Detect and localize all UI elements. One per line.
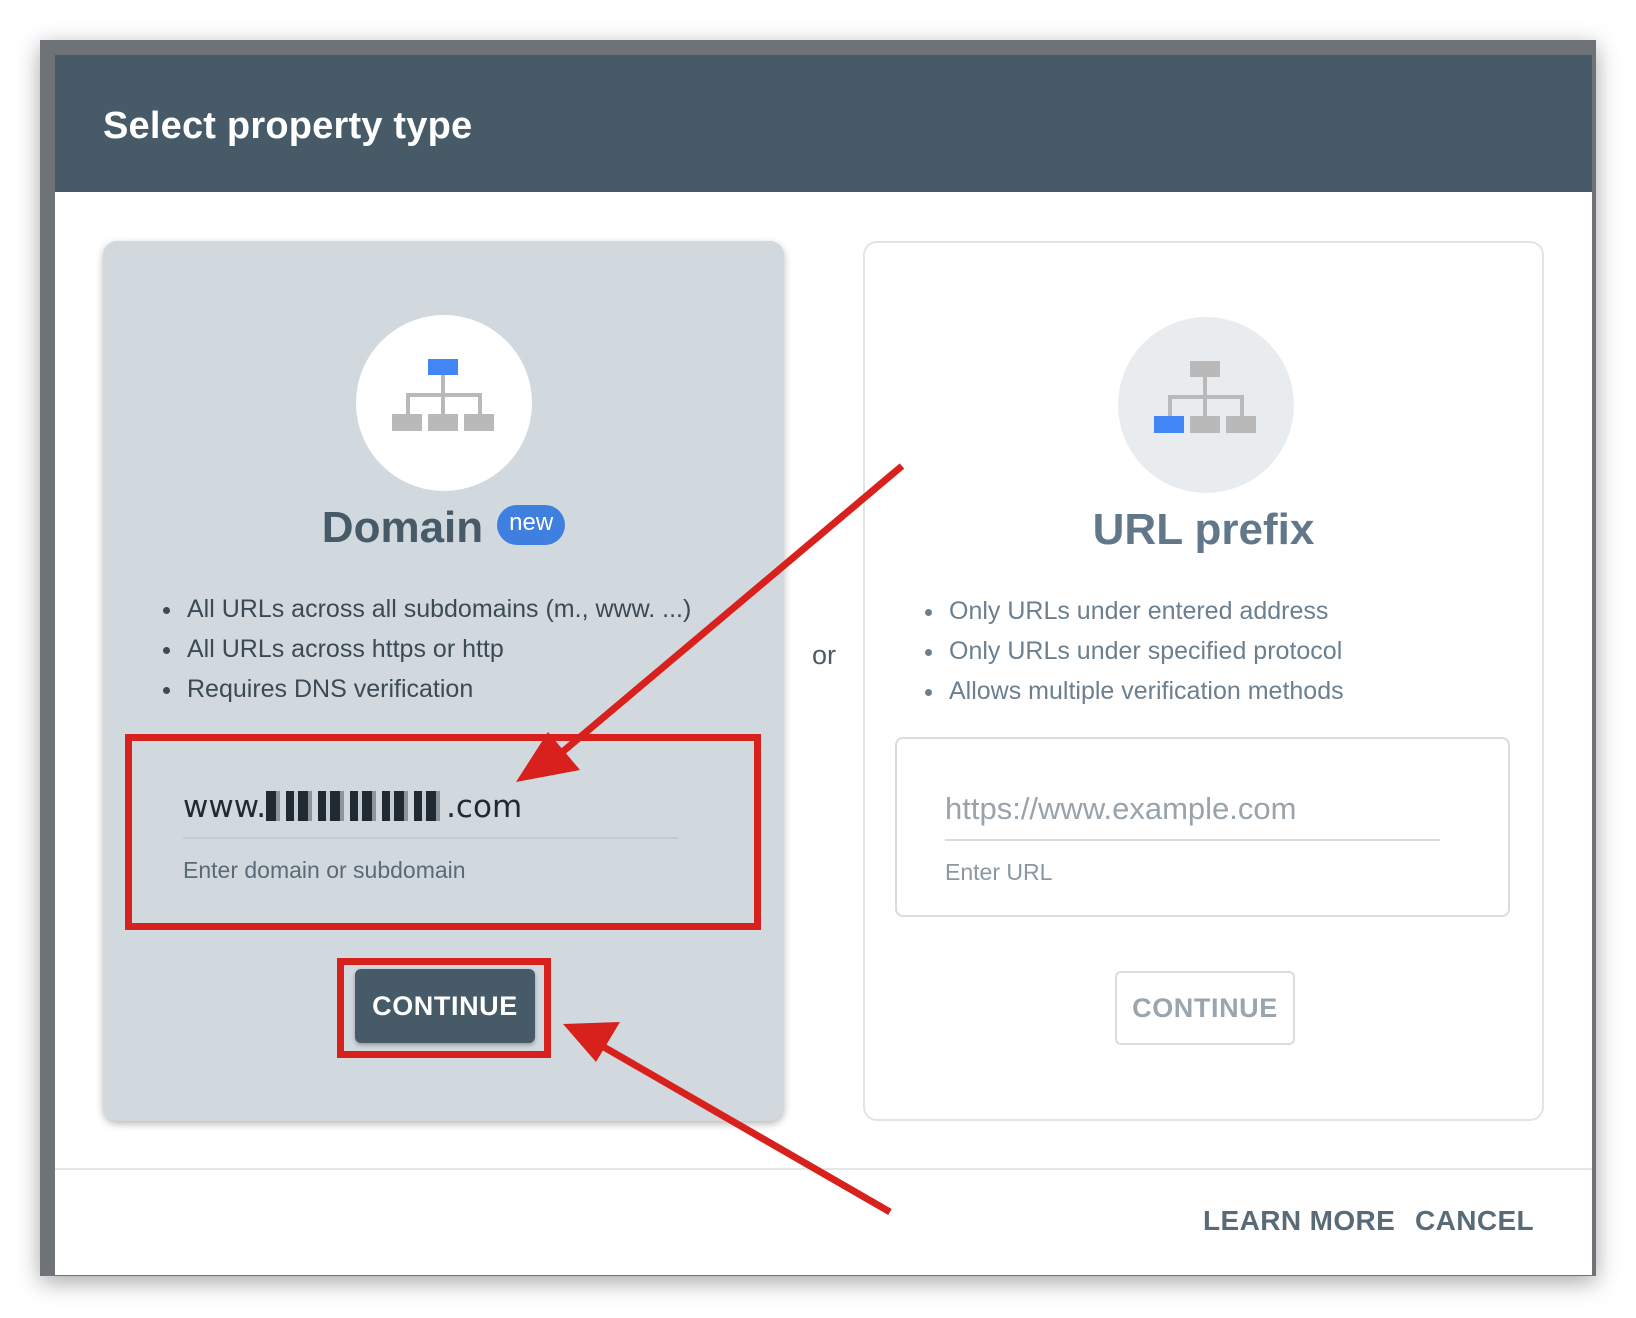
domain-input-helper: Enter domain or subdomain [183,857,466,883]
domain-property-card[interactable]: Domain new All URLs across all subdomains… [103,241,784,1121]
url-continue-button[interactable]: CONTINUE [1115,971,1295,1045]
url-input-box[interactable]: https://www.example.com Enter URL [895,737,1510,917]
footer-divider [55,1168,1592,1170]
domain-heading-text: Domain [321,503,484,552]
domain-input-box[interactable]: www. .com Enter domain or subdomain [135,737,750,917]
list-item: Only URLs under entered address [923,591,1344,631]
redacted-text [266,790,447,821]
list-item: Only URLs under specified protocol [923,631,1344,671]
dialog-title: Select property type [103,105,473,147]
domain-input-prefix: www. [183,789,267,825]
domain-heading: Domain new [103,503,784,553]
or-separator: or [812,640,837,670]
domain-input-suffix: .com [446,789,523,825]
url-prefix-heading: URL prefix [1092,505,1315,554]
domain-input-underline [183,837,678,839]
new-badge: new [497,505,566,546]
domain-input[interactable]: www. .com [183,789,522,825]
url-prefix-feature-list: Only URLs under entered address Only URL… [923,591,1344,711]
url-input[interactable]: https://www.example.com [945,791,1296,827]
list-item: All URLs across all subdomains (m., www.… [161,589,691,629]
sitemap-icon [392,359,494,431]
domain-icon-circle [356,315,532,491]
url-input-underline [945,839,1440,841]
sitemap-icon [1154,361,1256,433]
list-item: Allows multiple verification methods [923,671,1344,711]
learn-more-button[interactable]: LEARN MORE [1203,1205,1395,1237]
url-prefix-icon-circle [1118,317,1294,493]
domain-feature-list: All URLs across all subdomains (m., www.… [161,589,691,709]
url-input-helper: Enter URL [945,859,1053,885]
list-item: Requires DNS verification [161,669,691,709]
domain-continue-button[interactable]: CONTINUE [355,969,535,1043]
select-property-dialog: Select property type Domain new All URLs … [55,55,1592,1275]
cancel-button[interactable]: CANCEL [1415,1205,1534,1237]
url-prefix-property-card[interactable]: URL prefix Only URLs under entered addre… [863,241,1544,1121]
dialog-header: Select property type [55,55,1592,192]
list-item: All URLs across https or http [161,629,691,669]
